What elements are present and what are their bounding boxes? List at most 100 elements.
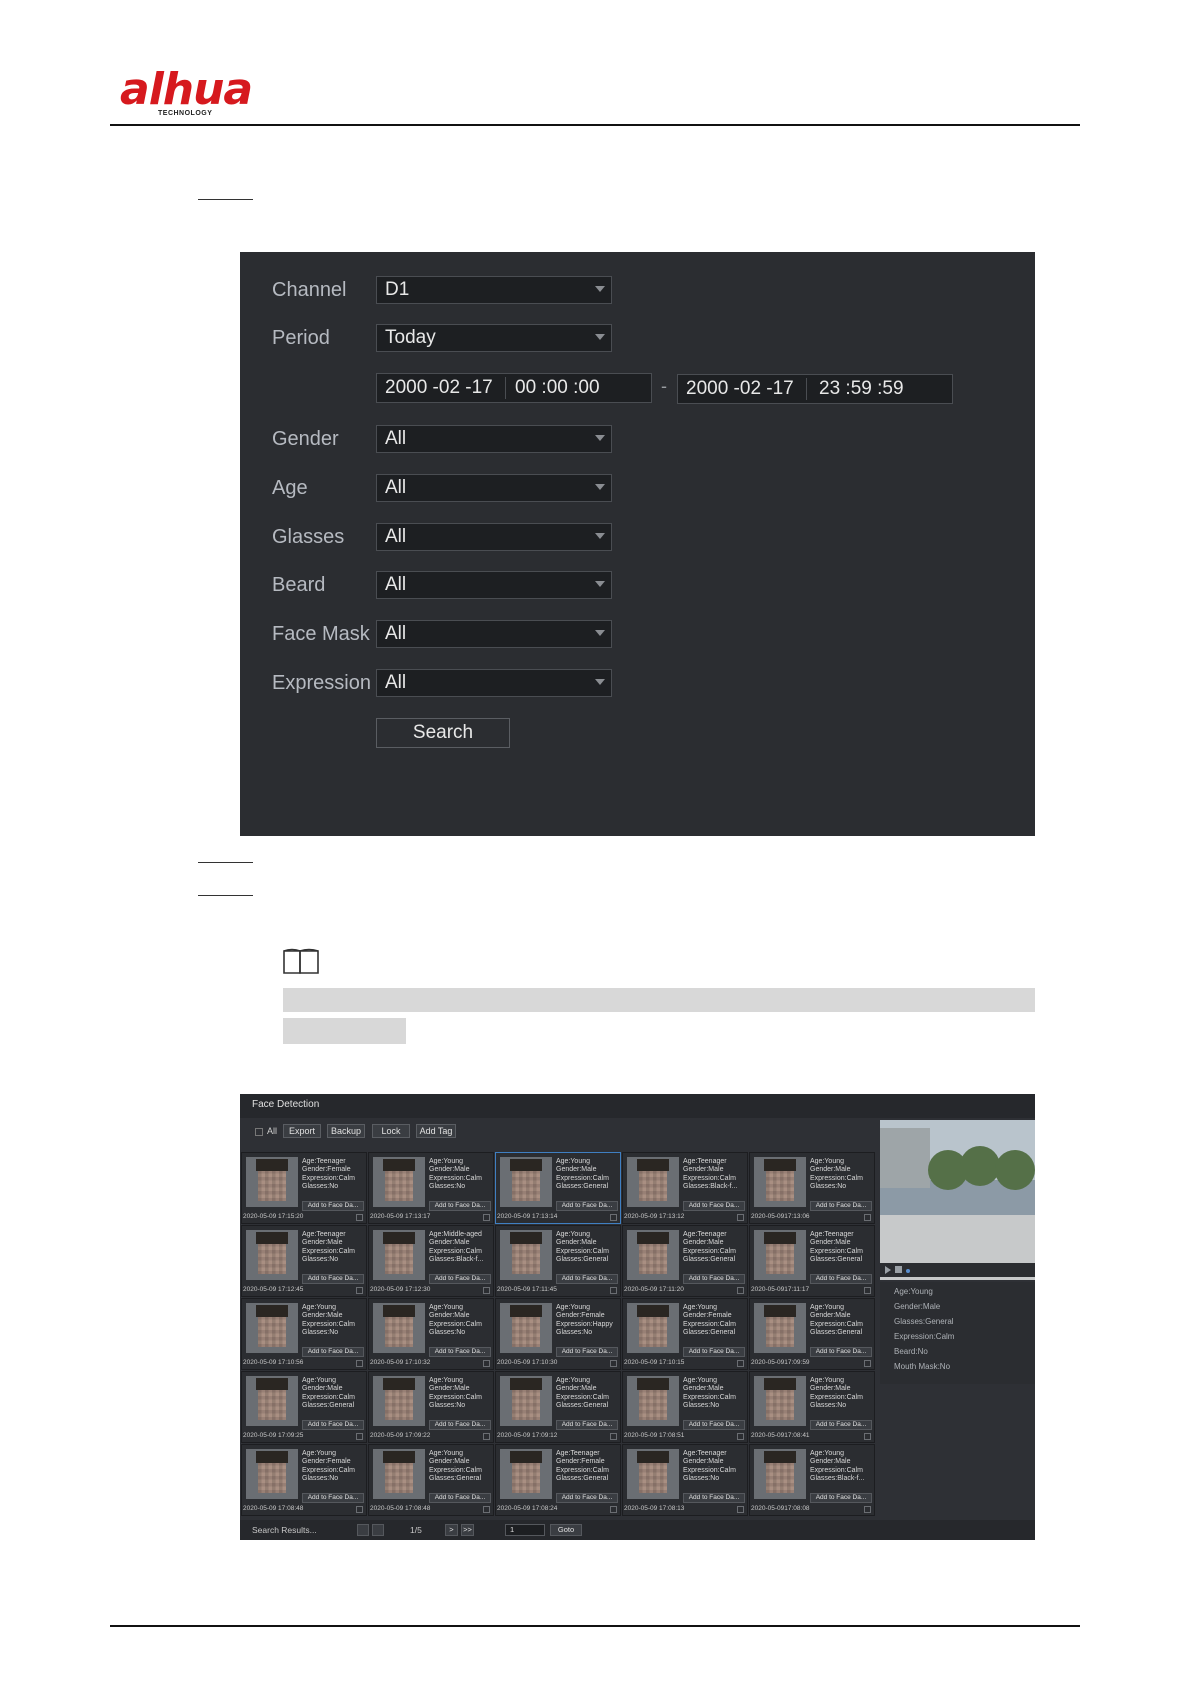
face-result-card[interactable]: Age:Young Gender:Male Expression:Calm Glass… — [241, 1371, 367, 1443]
face-result-card[interactable]: Age:Teenager Gender:Male Expression:Calm Gl… — [622, 1225, 748, 1297]
card-checkbox[interactable] — [610, 1360, 617, 1367]
face-result-card[interactable]: Age:Teenager Gender:Male Expression:Calm Gl… — [622, 1152, 748, 1224]
face-thumbnail[interactable] — [500, 1449, 552, 1499]
face-thumbnail[interactable] — [754, 1230, 806, 1280]
face-thumbnail[interactable] — [754, 1157, 806, 1207]
goto-button[interactable]: Goto — [550, 1524, 582, 1536]
lock-button[interactable]: Lock — [372, 1124, 410, 1138]
beard-select[interactable]: All — [376, 571, 612, 599]
face-result-card[interactable]: Age:Young Gender:Male Expression:Calm Glass… — [495, 1371, 621, 1443]
face-result-card[interactable]: Age:Teenager Gender:Male Expression:Calm Gl… — [241, 1225, 367, 1297]
add-to-face-db-button[interactable]: Add to Face Da... — [302, 1347, 364, 1357]
add-to-face-db-button[interactable]: Add to Face Da... — [556, 1201, 618, 1211]
face-result-card[interactable]: Age:Young Gender:Male Expression:Calm Glass… — [495, 1152, 621, 1224]
face-thumbnail[interactable] — [246, 1157, 298, 1207]
add-to-face-db-button[interactable]: Add to Face Da... — [556, 1493, 618, 1503]
face-thumbnail[interactable] — [627, 1157, 679, 1207]
add-to-face-db-button[interactable]: Add to Face Da... — [302, 1274, 364, 1284]
select-all-checkbox[interactable] — [255, 1128, 263, 1136]
face-thumbnail[interactable] — [373, 1157, 425, 1207]
last-page-button[interactable]: >> — [461, 1524, 474, 1536]
glasses-select[interactable]: All — [376, 523, 612, 551]
add-to-face-db-button[interactable]: Add to Face Da... — [556, 1420, 618, 1430]
add-tag-button[interactable]: Add Tag — [416, 1124, 456, 1138]
add-to-face-db-button[interactable]: Add to Face Da... — [810, 1347, 872, 1357]
face-result-card[interactable]: Age:Young Gender:Male Expression:Calm Glass… — [749, 1371, 875, 1443]
page-number-input[interactable]: 1 — [505, 1524, 545, 1536]
add-to-face-db-button[interactable]: Add to Face Da... — [683, 1420, 745, 1430]
card-checkbox[interactable] — [356, 1506, 363, 1513]
card-checkbox[interactable] — [864, 1433, 871, 1440]
face-thumbnail[interactable] — [627, 1449, 679, 1499]
face-result-card[interactable]: Age:Young Gender:Male Expression:Calm Glass… — [368, 1444, 494, 1516]
card-checkbox[interactable] — [356, 1287, 363, 1294]
add-to-face-db-button[interactable]: Add to Face Da... — [556, 1274, 618, 1284]
face-thumbnail[interactable] — [754, 1303, 806, 1353]
face-thumbnail[interactable] — [627, 1376, 679, 1426]
face-result-card[interactable]: Age:Young Gender:Male Expression:Calm Glass… — [495, 1225, 621, 1297]
card-checkbox[interactable] — [864, 1287, 871, 1294]
add-to-face-db-button[interactable]: Add to Face Da... — [429, 1347, 491, 1357]
scene-preview[interactable] — [880, 1120, 1035, 1280]
add-to-face-db-button[interactable]: Add to Face Da... — [429, 1201, 491, 1211]
next-page-button[interactable]: > — [445, 1524, 458, 1536]
first-page-button[interactable] — [357, 1524, 369, 1536]
face-result-card[interactable]: Age:Teenager Gender:Male Expression:Calm Gl… — [622, 1444, 748, 1516]
card-checkbox[interactable] — [737, 1360, 744, 1367]
face-thumbnail[interactable] — [627, 1303, 679, 1353]
face-result-card[interactable]: Age:Teenager Gender:Male Expression:Calm Gl… — [749, 1225, 875, 1297]
card-checkbox[interactable] — [864, 1506, 871, 1513]
add-to-face-db-button[interactable]: Add to Face Da... — [302, 1493, 364, 1503]
face-result-card[interactable]: Age:Young Gender:Male Expression:Calm Glass… — [749, 1152, 875, 1224]
face-result-card[interactable]: Age:Young Gender:Male Expression:Calm Glass… — [368, 1152, 494, 1224]
card-checkbox[interactable] — [483, 1433, 490, 1440]
face-result-card[interactable]: Age:Young Gender:Male Expression:Calm Glass… — [241, 1298, 367, 1370]
search-button[interactable]: Search — [376, 718, 510, 748]
face-thumbnail[interactable] — [500, 1230, 552, 1280]
add-to-face-db-button[interactable]: Add to Face Da... — [683, 1201, 745, 1211]
face-result-card[interactable]: Age:Young Gender:Female Expression:Calm Gla… — [622, 1298, 748, 1370]
face-result-card[interactable]: Age:Young Gender:Female Expression:Calm Gla… — [241, 1444, 367, 1516]
card-checkbox[interactable] — [737, 1214, 744, 1221]
face-thumbnail[interactable] — [627, 1230, 679, 1280]
add-to-face-db-button[interactable]: Add to Face Da... — [429, 1493, 491, 1503]
expression-select[interactable]: All — [376, 669, 612, 697]
card-checkbox[interactable] — [737, 1433, 744, 1440]
card-checkbox[interactable] — [864, 1360, 871, 1367]
add-to-face-db-button[interactable]: Add to Face Da... — [429, 1420, 491, 1430]
face-mask-select[interactable]: All — [376, 620, 612, 648]
card-checkbox[interactable] — [483, 1506, 490, 1513]
face-result-card[interactable]: Age:Young Gender:Male Expression:Calm Glass… — [622, 1371, 748, 1443]
card-checkbox[interactable] — [737, 1506, 744, 1513]
period-select[interactable]: Today — [376, 324, 612, 352]
add-to-face-db-button[interactable]: Add to Face Da... — [683, 1493, 745, 1503]
face-thumbnail[interactable] — [373, 1303, 425, 1353]
face-result-card[interactable]: Age:Young Gender:Female Expression:Happy Gl… — [495, 1298, 621, 1370]
card-checkbox[interactable] — [610, 1287, 617, 1294]
add-to-face-db-button[interactable]: Add to Face Da... — [810, 1201, 872, 1211]
backup-button[interactable]: Backup — [327, 1124, 365, 1138]
face-thumbnail[interactable] — [500, 1157, 552, 1207]
age-select[interactable]: All — [376, 474, 612, 502]
add-to-face-db-button[interactable]: Add to Face Da... — [810, 1420, 872, 1430]
card-checkbox[interactable] — [610, 1506, 617, 1513]
card-checkbox[interactable] — [864, 1214, 871, 1221]
export-button[interactable]: Export — [283, 1124, 321, 1138]
face-result-card[interactable]: Age:Young Gender:Male Expression:Calm Glass… — [749, 1444, 875, 1516]
face-result-card[interactable]: Age:Middle-aged Gender:Male Expression:Cal… — [368, 1225, 494, 1297]
gender-select[interactable]: All — [376, 425, 612, 453]
face-result-card[interactable]: Age:Teenager Gender:Female Expression:Calm… — [241, 1152, 367, 1224]
face-result-card[interactable]: Age:Teenager Gender:Female Expression:Calm… — [495, 1444, 621, 1516]
add-to-face-db-button[interactable]: Add to Face Da... — [302, 1201, 364, 1211]
face-thumbnail[interactable] — [373, 1449, 425, 1499]
start-datetime-field[interactable]: 2000 -02 -17 00 :00 :00 — [376, 373, 652, 403]
add-to-face-db-button[interactable]: Add to Face Da... — [683, 1274, 745, 1284]
add-to-face-db-button[interactable]: Add to Face Da... — [810, 1274, 872, 1284]
add-to-face-db-button[interactable]: Add to Face Da... — [556, 1347, 618, 1357]
card-checkbox[interactable] — [356, 1433, 363, 1440]
face-thumbnail[interactable] — [754, 1449, 806, 1499]
face-result-card[interactable]: Age:Young Gender:Male Expression:Calm Glass… — [368, 1298, 494, 1370]
card-checkbox[interactable] — [737, 1287, 744, 1294]
add-to-face-db-button[interactable]: Add to Face Da... — [302, 1420, 364, 1430]
end-datetime-field[interactable]: 2000 -02 -17 23 :59 :59 — [677, 374, 953, 404]
